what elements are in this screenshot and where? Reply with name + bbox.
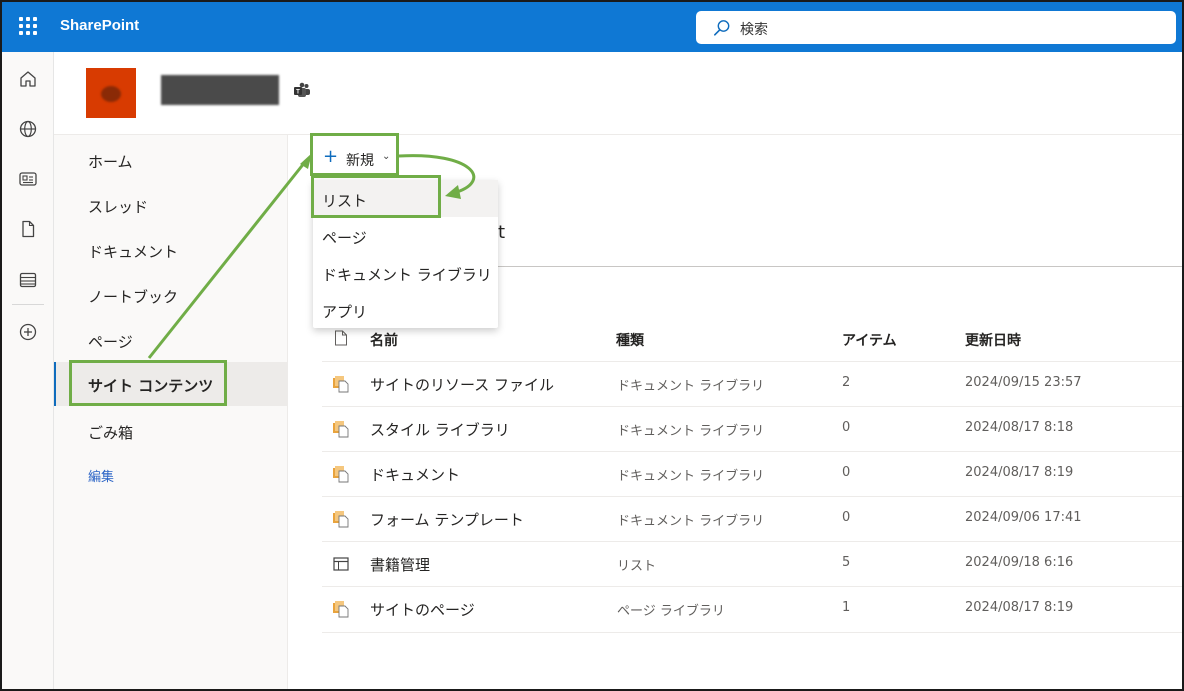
nav-edit-label: 編集 bbox=[88, 470, 115, 485]
column-header-name[interactable]: 名前 bbox=[370, 330, 398, 350]
row-date: 2024/08/17 8:19 bbox=[965, 465, 1074, 480]
home-icon[interactable] bbox=[18, 69, 38, 89]
nav-item-label: ドキュメント bbox=[88, 243, 179, 261]
library-icon bbox=[333, 421, 349, 438]
row-name[interactable]: サイトのページ bbox=[370, 599, 475, 620]
column-header-type[interactable]: 種類 bbox=[616, 330, 644, 350]
row-date: 2024/09/06 17:41 bbox=[965, 510, 1082, 525]
row-type: ドキュメント ライブラリ bbox=[617, 424, 765, 439]
sharepoint-window: SharePoint 検索 T ホーム スレッド ドキュメント ノートブック ペ… bbox=[0, 0, 1184, 691]
nav-item-recycle-bin[interactable]: ごみ箱 bbox=[54, 409, 287, 453]
nav-item-label: ホーム bbox=[88, 153, 133, 171]
row-count: 5 bbox=[842, 555, 851, 570]
table-row[interactable]: スタイル ライブラリ ドキュメント ライブラリ 0 2024/08/17 8:1… bbox=[322, 406, 1182, 451]
search-icon bbox=[713, 20, 730, 36]
row-name[interactable]: スタイル ライブラリ bbox=[370, 419, 510, 440]
nav-item-label: ページ bbox=[88, 333, 133, 351]
row-name[interactable]: フォーム テンプレート bbox=[370, 509, 524, 530]
search-placeholder: 検索 bbox=[740, 22, 768, 38]
library-icon bbox=[333, 601, 349, 618]
row-type: ドキュメント ライブラリ bbox=[617, 514, 765, 529]
menu-item-label: ページ bbox=[322, 229, 367, 247]
nav-item-notebook[interactable]: ノートブック bbox=[54, 273, 287, 317]
globe-icon[interactable] bbox=[18, 119, 38, 139]
row-type: ドキュメント ライブラリ bbox=[617, 379, 765, 394]
column-header-items[interactable]: アイテム bbox=[842, 330, 897, 350]
library-icon bbox=[333, 511, 349, 528]
row-name[interactable]: 書籍管理 bbox=[370, 554, 430, 575]
list-icon bbox=[333, 557, 349, 571]
row-type: ドキュメント ライブラリ bbox=[617, 469, 765, 484]
app-rail bbox=[2, 52, 54, 689]
site-name-redacted[interactable] bbox=[161, 75, 279, 105]
table-row[interactable]: 書籍管理 リスト 5 2024/09/18 6:16 bbox=[322, 541, 1182, 586]
list-icon[interactable] bbox=[18, 270, 38, 290]
nav-item-pages[interactable]: ページ bbox=[54, 318, 287, 362]
menu-item-label: ドキュメント ライブラリ bbox=[322, 266, 492, 284]
row-type: ページ ライブラリ bbox=[617, 604, 725, 619]
row-count: 0 bbox=[842, 510, 851, 525]
add-circle-icon[interactable] bbox=[18, 322, 38, 342]
file-icon[interactable] bbox=[18, 219, 38, 239]
row-date: 2024/08/17 8:19 bbox=[965, 600, 1074, 615]
suite-bar: SharePoint 検索 bbox=[2, 2, 1182, 52]
svg-text:T: T bbox=[296, 90, 300, 96]
file-type-header-icon bbox=[335, 330, 347, 346]
annotation-box-list-item bbox=[311, 175, 441, 218]
app-brand[interactable]: SharePoint bbox=[60, 17, 139, 34]
row-count: 2 bbox=[842, 375, 851, 390]
row-count: 0 bbox=[842, 420, 851, 435]
nav-item-label: スレッド bbox=[88, 198, 149, 216]
nav-item-documents[interactable]: ドキュメント bbox=[54, 228, 287, 272]
app-launcher-icon[interactable] bbox=[19, 17, 37, 35]
site-logo[interactable] bbox=[86, 68, 136, 118]
row-count: 0 bbox=[842, 465, 851, 480]
column-header-modified[interactable]: 更新日時 bbox=[965, 330, 1021, 350]
table-row[interactable]: サイトのリソース ファイル ドキュメント ライブラリ 2 2024/09/15 … bbox=[322, 361, 1182, 406]
library-icon bbox=[333, 466, 349, 483]
news-icon[interactable] bbox=[18, 169, 38, 189]
row-count: 1 bbox=[842, 600, 851, 615]
annotation-box-site-contents bbox=[69, 360, 227, 406]
nav-edit-link[interactable]: 編集 bbox=[54, 453, 287, 497]
nav-item-home[interactable]: ホーム bbox=[54, 138, 287, 182]
page-title-partial: t bbox=[498, 222, 506, 243]
library-icon bbox=[333, 376, 349, 393]
table-row[interactable]: ドキュメント ドキュメント ライブラリ 0 2024/08/17 8:19 bbox=[322, 451, 1182, 496]
search-box[interactable]: 検索 bbox=[696, 11, 1176, 44]
table-row[interactable]: フォーム テンプレート ドキュメント ライブラリ 0 2024/09/06 17… bbox=[322, 496, 1182, 541]
row-name[interactable]: ドキュメント bbox=[370, 464, 460, 485]
site-navigation: ホーム スレッド ドキュメント ノートブック ページ サイト コンテンツ ごみ箱… bbox=[54, 135, 288, 689]
menu-item-label: アプリ bbox=[322, 303, 368, 321]
menu-item-app[interactable]: アプリ bbox=[313, 291, 498, 328]
row-date: 2024/08/17 8:18 bbox=[965, 420, 1074, 435]
menu-item-document-library[interactable]: ドキュメント ライブラリ bbox=[313, 254, 498, 291]
row-date: 2024/09/15 23:57 bbox=[965, 375, 1082, 390]
teams-icon[interactable]: T bbox=[293, 82, 311, 99]
row-name[interactable]: サイトのリソース ファイル bbox=[370, 374, 554, 395]
menu-item-page[interactable]: ページ bbox=[313, 217, 498, 254]
nav-item-threads[interactable]: スレッド bbox=[54, 183, 287, 227]
row-date: 2024/09/18 6:16 bbox=[965, 555, 1074, 570]
table-row[interactable]: サイトのページ ページ ライブラリ 1 2024/08/17 8:19 bbox=[322, 586, 1182, 631]
nav-item-label: ノートブック bbox=[88, 288, 179, 306]
nav-item-label: ごみ箱 bbox=[88, 424, 134, 442]
row-type: リスト bbox=[617, 559, 657, 574]
table-bottom-border bbox=[322, 632, 1182, 633]
annotation-box-new-button bbox=[310, 133, 399, 176]
rail-divider bbox=[12, 304, 44, 305]
